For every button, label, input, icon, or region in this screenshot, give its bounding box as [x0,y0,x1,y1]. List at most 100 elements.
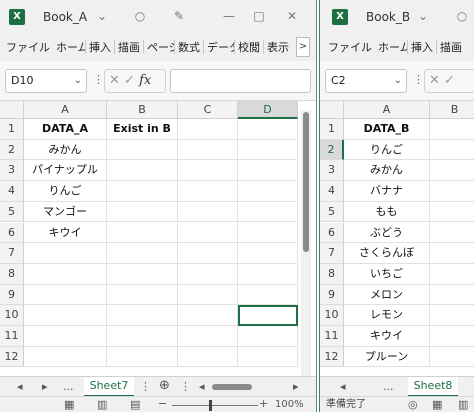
cell-a1[interactable]: DATA_A [24,119,107,140]
cell-b8[interactable] [107,263,178,285]
cell-b10[interactable] [107,305,178,326]
cell-d5[interactable] [238,201,298,223]
cell-a2[interactable]: りんご [344,139,430,161]
cell-c10[interactable] [178,305,238,326]
tab-sheet7[interactable]: Sheet7 [84,377,134,397]
cell-b6[interactable] [430,223,474,244]
cell-d8[interactable] [238,263,298,285]
tab-review[interactable]: 校閲 [235,39,263,55]
cell-c6[interactable] [178,222,238,244]
select-all-corner[interactable] [0,101,24,119]
cell-b3[interactable] [107,160,178,182]
row-header-11[interactable]: 11 [0,326,24,347]
cell-c1[interactable] [178,119,238,140]
cell-a1[interactable]: DATA_B [344,119,430,140]
tab-insert[interactable]: 挿入 [408,39,436,55]
row-header-1[interactable]: 1 [320,119,344,140]
ribbon-more-button[interactable]: > [296,37,310,57]
cell-b5[interactable] [107,201,178,223]
cell-b1[interactable]: Exist in B [107,119,178,140]
cell-c5[interactable] [178,201,238,223]
cell-a9[interactable] [24,284,107,306]
cell-a12[interactable] [24,346,107,368]
row-header-5[interactable]: 5 [320,201,344,223]
column-header-a[interactable]: A [344,101,430,119]
name-box[interactable]: D10 ⌄ [5,69,87,93]
tab-view[interactable]: 表示 [264,39,292,55]
page-layout-icon[interactable]: ▥ [458,399,468,411]
row-header-3[interactable]: 3 [320,160,344,182]
cell-d7[interactable] [238,243,298,264]
page-layout-icon[interactable]: ▥ [97,399,107,411]
cell-d4[interactable] [238,181,298,202]
row-header-1[interactable]: 1 [0,119,24,140]
row-header-11[interactable]: 11 [320,326,344,347]
cell-b4[interactable] [107,181,178,202]
cell-a8[interactable] [24,263,107,285]
prev-sheet-icon[interactable]: ◂ [17,381,23,393]
cell-b10[interactable] [430,305,474,326]
cell-c3[interactable] [178,160,238,182]
column-header-a[interactable]: A [24,101,107,119]
zoom-slider-handle[interactable] [209,400,212,411]
zoom-level[interactable]: 100% [275,399,304,411]
row-header-10[interactable]: 10 [0,305,24,326]
scroll-left-icon[interactable]: ◂ [199,381,205,393]
chevron-down-icon[interactable]: ⌄ [95,9,109,23]
cell-a8[interactable]: いちご [344,263,430,285]
tab-formulas[interactable]: 数式 [175,39,203,55]
cell-a6[interactable]: ぶどう [344,222,430,244]
tab-draw[interactable]: 描画 [437,39,465,55]
row-header-4[interactable]: 4 [0,181,24,202]
row-header-7[interactable]: 7 [0,243,24,264]
maximize-icon[interactable]: □ [252,9,266,23]
cell-b6[interactable] [107,222,178,244]
tab-draw[interactable]: 描画 [115,39,143,55]
row-header-6[interactable]: 6 [320,222,344,244]
cell-b7[interactable] [430,243,474,264]
cell-b4[interactable] [430,181,474,202]
cell-b2[interactable] [107,139,178,161]
cell-b5[interactable] [430,202,474,223]
row-header-6[interactable]: 6 [0,222,24,244]
normal-view-icon[interactable]: ▦ [432,399,442,411]
cell-d1[interactable] [238,119,298,140]
cell-b11[interactable] [107,326,178,347]
tab-insert[interactable]: 挿入 [86,39,114,55]
cell-c9[interactable] [178,284,238,306]
more-options-icon[interactable]: ⋮ [413,74,424,86]
confirm-icon[interactable]: ✓ [444,73,455,88]
select-all-corner[interactable] [320,101,344,119]
next-sheet-icon[interactable]: ▸ [42,381,48,393]
search-icon[interactable]: ○ [133,9,147,23]
cell-c4[interactable] [178,181,238,202]
cell-c7[interactable] [178,243,238,264]
cell-a12[interactable]: プルーン [344,346,430,368]
row-header-8[interactable]: 8 [0,263,24,285]
cell-a7[interactable] [24,243,107,264]
chevron-down-icon[interactable]: ⌄ [74,70,82,92]
scrollbar-thumb[interactable] [303,112,309,252]
more-sheets-button[interactable]: ... [63,381,74,393]
row-header-12[interactable]: 12 [320,346,344,368]
row-header-8[interactable]: 8 [320,263,344,285]
confirm-icon[interactable]: ✓ [124,73,135,88]
close-icon[interactable]: ✕ [285,9,299,23]
pen-icon[interactable]: ✎ [172,9,186,23]
cell-a3[interactable]: みかん [344,160,430,182]
zoom-slider[interactable] [172,405,258,406]
cell-b11[interactable] [430,326,474,347]
cell-a6[interactable]: キウイ [24,222,107,244]
minimize-icon[interactable]: — [222,9,236,23]
cell-b3[interactable] [430,160,474,182]
cell-a4[interactable]: バナナ [344,181,430,202]
cell-a10[interactable]: レモン [344,305,430,326]
cell-a11[interactable]: キウイ [344,326,430,347]
zoom-out-icon[interactable]: − [158,398,167,410]
cell-c12[interactable] [178,346,238,368]
vertical-scrollbar[interactable] [301,110,311,376]
row-header-10[interactable]: 10 [320,305,344,326]
row-header-5[interactable]: 5 [0,201,24,223]
cell-d2[interactable] [238,139,298,161]
tab-options-icon[interactable]: ⋮ [180,381,191,393]
